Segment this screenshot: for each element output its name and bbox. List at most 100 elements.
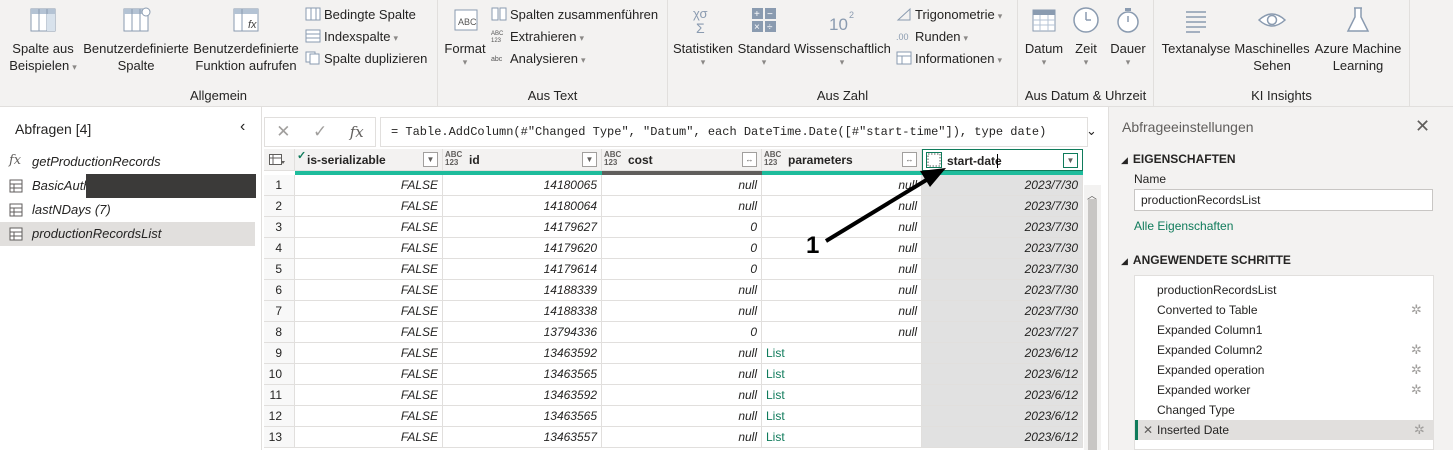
query-item[interactable]: lastNDays (7)	[0, 198, 262, 222]
gear-icon[interactable]: ✲	[1411, 340, 1422, 360]
gear-icon[interactable]: ✲	[1411, 300, 1422, 320]
query-name-input[interactable]: productionRecordsList	[1134, 189, 1433, 211]
applied-step[interactable]: Expanded worker ✲	[1135, 380, 1433, 400]
table-row[interactable]: 7 FALSE 14188338 null null 2023/7/30	[264, 301, 1106, 322]
all-properties-link[interactable]: Alle Eigenschaften	[1134, 219, 1233, 233]
table-row[interactable]: 2 FALSE 14180064 null null 2023/7/30	[264, 196, 1106, 217]
column-header-start-date[interactable]: start-date ▼	[922, 149, 1083, 171]
analysieren-button[interactable]: abc Analysieren ▾	[491, 49, 585, 69]
cell-is-serializable: FALSE	[295, 364, 443, 385]
formula-input[interactable]: = Table.AddColumn(#"Changed Type", "Datu…	[380, 117, 1088, 147]
cell-parameters[interactable]: List	[762, 343, 922, 364]
benutzerdefinierte-funktion-label: Benutzerdefinierte Funktion aufrufen	[193, 41, 299, 73]
table-row[interactable]: 8 FALSE 13794336 0 null 2023/7/27	[264, 322, 1106, 343]
column-header-cost[interactable]: ABC 123 cost ↔	[602, 149, 762, 171]
cell-start-date: 2023/7/30	[922, 259, 1083, 280]
benutzerdefinierte-spalte-button[interactable]: Benutzerdefinierte Spalte	[82, 4, 190, 74]
table-row[interactable]: 11 FALSE 13463592 null List 2023/6/12	[264, 385, 1106, 406]
informationen-button[interactable]: Informationen ▾	[896, 49, 1002, 69]
wissenschaftlich-button[interactable]: 10 2 Wissenschaftlich ▾	[794, 4, 891, 67]
datum-label: Datum	[1024, 41, 1064, 56]
cell-parameters: null	[762, 259, 922, 280]
query-item[interactable]: BasicAuth	[0, 174, 262, 198]
vertical-scrollbar[interactable]: ︿	[1084, 185, 1101, 450]
gear-icon[interactable]: ✲	[1411, 360, 1422, 380]
table-row[interactable]: 3 FALSE 14179627 0 null 2023/7/30	[264, 217, 1106, 238]
dauer-button[interactable]: Dauer ▾	[1106, 4, 1150, 67]
gear-icon[interactable]: ✲	[1414, 420, 1425, 440]
table-row[interactable]: 13 FALSE 13463557 null List 2023/6/12	[264, 427, 1106, 448]
table-corner-menu[interactable]	[264, 149, 295, 171]
gear-icon[interactable]: ✲	[1411, 380, 1422, 400]
svg-text:ABC: ABC	[458, 17, 477, 27]
group-label-aus-text: Aus Text	[527, 88, 578, 103]
extrahieren-button[interactable]: ABC 123 Extrahieren ▾	[491, 27, 584, 47]
spalte-aus-beispielen-button[interactable]: Spalte aus Beispielen ▾	[6, 4, 80, 76]
applied-step[interactable]: Converted to Table ✲	[1135, 300, 1433, 320]
cell-parameters[interactable]: List	[762, 385, 922, 406]
query-item-selected[interactable]: productionRecordsList	[0, 222, 255, 246]
date-type-icon[interactable]	[926, 152, 942, 168]
section-eigenschaften: ◢ EIGENSCHAFTEN	[1121, 152, 1236, 166]
cell-parameters[interactable]: List	[762, 406, 922, 427]
spalten-zusammenfuehren-button[interactable]: Spalten zusammenführen	[491, 5, 658, 25]
table-menu-icon	[269, 154, 285, 165]
query-item[interactable]: fx getProductionRecords	[0, 150, 262, 174]
collapse-triangle-icon[interactable]: ◢	[1121, 155, 1128, 165]
expand-column-icon[interactable]: ↔	[902, 152, 917, 167]
collapse-triangle-icon[interactable]: ◢	[1121, 256, 1128, 266]
confirm-check-icon[interactable]: ✓	[313, 122, 327, 142]
table-row[interactable]: 10 FALSE 13463565 null List 2023/6/12	[264, 364, 1106, 385]
applied-step[interactable]: productionRecordsList	[1135, 280, 1433, 300]
column-header-id[interactable]: ABC 123 id ▼	[443, 149, 602, 171]
maschinelles-sehen-button[interactable]: Maschinelles Sehen	[1234, 4, 1310, 74]
datum-button[interactable]: Datum ▾	[1022, 4, 1066, 67]
filter-dropdown-icon[interactable]: ▼	[1063, 153, 1078, 168]
table-row[interactable]: 1 FALSE 14180065 null null 2023/7/30	[264, 175, 1106, 196]
applied-step[interactable]: Expanded Column1	[1135, 320, 1433, 340]
trigonometrie-button[interactable]: Trigonometrie ▾	[896, 5, 1002, 25]
scroll-thumb[interactable]	[1088, 199, 1097, 450]
fx-icon[interactable]: fx	[350, 123, 364, 141]
table-row[interactable]: 5 FALSE 14179614 0 null 2023/7/30	[264, 259, 1106, 280]
applied-step[interactable]: Changed Type	[1135, 400, 1433, 420]
table-row[interactable]: 4 FALSE 14179620 0 null 2023/7/30	[264, 238, 1106, 259]
indexspalte-button[interactable]: Indexspalte ▾	[305, 27, 398, 47]
close-icon[interactable]: ✕	[1415, 116, 1430, 137]
chevron-down-icon: ▾	[579, 33, 585, 43]
table-row[interactable]: 12 FALSE 13463565 null List 2023/6/12	[264, 406, 1106, 427]
textanalyse-button[interactable]: Textanalyse	[1160, 4, 1232, 57]
applied-step[interactable]: Expanded Column2 ✲	[1135, 340, 1433, 360]
applied-step[interactable]: ✕ Inserted Date ✲	[1135, 420, 1433, 440]
column-name-editing[interactable]: start-date	[947, 154, 1002, 168]
cell-parameters[interactable]: List	[762, 364, 922, 385]
format-button[interactable]: ABC Format ▾	[444, 4, 486, 67]
spalte-duplizieren-button[interactable]: Spalte duplizieren	[305, 49, 427, 69]
applied-step[interactable]: Expanded operation ✲	[1135, 360, 1433, 380]
statistiken-button[interactable]: χσ Σ Statistiken ▾	[672, 4, 734, 67]
expand-formula-chevron-icon[interactable]: ⌄	[1086, 123, 1097, 139]
filter-dropdown-icon[interactable]: ▼	[582, 152, 597, 167]
filter-dropdown-icon[interactable]: ▼	[423, 152, 438, 167]
standard-button[interactable]: + − × ÷ Standard ▾	[736, 4, 792, 67]
column-header-is-serializable[interactable]: ✓ is-serializable ▼	[295, 149, 443, 171]
bedingte-spalte-button[interactable]: Bedingte Spalte	[305, 5, 416, 25]
column-header-parameters[interactable]: ABC 123 parameters ↔	[762, 149, 922, 171]
zeit-button[interactable]: Zeit ▾	[1068, 4, 1104, 67]
table-row[interactable]: 6 FALSE 14188339 null null 2023/7/30	[264, 280, 1106, 301]
table-row[interactable]: 9 FALSE 13463592 null List 2023/6/12	[264, 343, 1106, 364]
runden-button[interactable]: .00 Runden ▾	[896, 27, 968, 47]
delete-step-icon[interactable]: ✕	[1143, 420, 1153, 440]
svg-text:−: −	[767, 9, 773, 20]
collapse-chevron-icon[interactable]: ‹	[240, 118, 245, 136]
cancel-icon[interactable]: ✕	[276, 122, 290, 142]
bedingte-spalte-label: Bedingte Spalte	[324, 7, 416, 22]
any-type-icon: ABC 123	[604, 150, 622, 167]
group-allgemein: Spalte aus Beispielen ▾ Benutzerdefiniert…	[0, 0, 438, 107]
cell-parameters[interactable]: List	[762, 427, 922, 448]
cell-cost: null	[602, 343, 762, 364]
benutzerdefinierte-funktion-button[interactable]: fx Benutzerdefinierte Funktion aufrufen	[192, 4, 300, 74]
expand-column-icon[interactable]: ↔	[742, 152, 757, 167]
any-type-icon: ABC 123	[764, 150, 782, 167]
azure-ml-button[interactable]: Azure Machine Learning	[1312, 4, 1404, 74]
